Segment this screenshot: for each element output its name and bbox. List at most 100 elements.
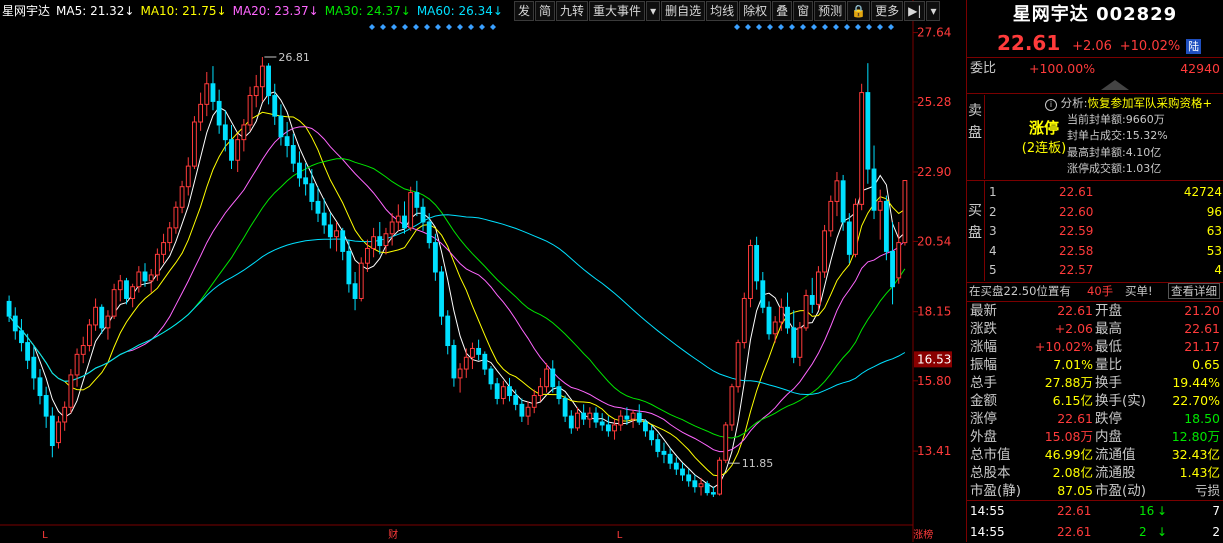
quote-row: 涨幅 +10.02% 最低 21.17 — [967, 338, 1223, 356]
quote-label-right: 换手 — [1095, 375, 1122, 391]
arrow-down-icon: ↓ — [1157, 525, 1168, 539]
toolbar-button-1[interactable]: 简 — [535, 1, 556, 21]
analysis-link[interactable]: 恢复参加军队采购资格+ — [1088, 96, 1213, 110]
candle-body — [772, 321, 778, 335]
candle-body — [315, 200, 321, 214]
kline-chart-area[interactable]: 星网宇达 MA5: 21.32↓ MA10: 21.75↓ MA20: 23.37↓ M… — [0, 0, 966, 542]
candle-body — [785, 306, 790, 329]
ma-legend: 星网宇达 MA5: 21.32↓ MA10: 21.75↓ MA20: 23.37↓ M… — [2, 2, 509, 20]
toolbar-button-6[interactable]: 均线 — [706, 1, 739, 21]
candle-body — [735, 342, 741, 388]
buy-side-label: 买盘 — [968, 200, 982, 244]
quote-label-left: 金额 — [970, 393, 997, 409]
y-tick-label: 22.90 — [917, 165, 951, 179]
buy-order-row: 3 22.59 63 — [985, 222, 1223, 240]
candle-body — [105, 315, 111, 329]
kline-chart[interactable]: 27.64 25.28 22.90 20.54 18.15 15.80 13.41 16.53… — [0, 0, 966, 542]
price-line: 22.61 +2.06 +10.02% 陆 — [967, 30, 1223, 56]
quote-value-right: 32.43亿 — [1171, 447, 1220, 462]
quote-label-left: 振幅 — [970, 357, 997, 373]
quote-label-right: 量比 — [1095, 357, 1122, 373]
quote-label-left: 涨跌 — [970, 321, 997, 337]
candle-body — [636, 412, 642, 423]
candle-body — [643, 421, 648, 432]
toolbar-button-9[interactable]: 窗 — [793, 1, 814, 21]
candle-body — [426, 221, 432, 244]
toolbar-button-8[interactable]: 叠 — [772, 1, 793, 21]
legend-ma-3: MA20: 23.37↓ — [232, 4, 319, 18]
last-price: 22.61 — [997, 31, 1061, 55]
candle-body — [198, 103, 204, 123]
event-diamond-icon — [822, 24, 828, 30]
quote-value-left: 6.15亿 — [1052, 393, 1093, 408]
buy-level: 4 — [989, 243, 997, 258]
quote-value-left: 22.61 — [1057, 303, 1093, 318]
view-detail-button[interactable]: 查看详细 — [1168, 283, 1220, 299]
event-diamond-icon — [800, 24, 806, 30]
toolbar-button-11[interactable]: 🔒 — [847, 1, 871, 21]
quote-row: 金额 6.15亿 换手(实) 22.70% — [967, 392, 1223, 410]
collapse-toggle-icon[interactable] — [1101, 80, 1129, 90]
candle-body — [86, 324, 92, 347]
candle-body — [327, 224, 333, 238]
event-diamond-icon — [369, 24, 375, 30]
candle-body — [266, 65, 271, 97]
quote-panel: 星网宇达 002829 22.61 +2.06 +10.02% 陆 委比 +10… — [966, 0, 1223, 542]
toolbar-button-7[interactable]: 除权 — [739, 1, 772, 21]
candle-body — [377, 236, 383, 247]
buy-order-row: 2 22.60 96 — [985, 203, 1223, 221]
candle-body — [167, 227, 173, 244]
buy-level: 5 — [989, 263, 997, 278]
candle-body — [846, 221, 852, 255]
candle-body — [6, 300, 12, 317]
candle-body — [229, 139, 234, 161]
candle-body — [408, 192, 414, 229]
toolbar-button-14[interactable]: ▾ — [926, 1, 941, 21]
candle-body — [185, 165, 191, 188]
candle-body — [871, 168, 877, 211]
candle-body — [31, 356, 37, 379]
weibi-row: 委比 +100.00% 42940 — [967, 59, 1223, 79]
candle-body — [383, 233, 389, 247]
candle-body — [451, 345, 457, 379]
bottom-marker: 涨榜 — [913, 528, 933, 541]
toolbar-button-0[interactable]: 发 — [514, 1, 535, 21]
candle-body — [340, 230, 346, 252]
event-diamond-icon — [468, 24, 474, 30]
candle-body — [556, 386, 562, 399]
quote-row: 外盘 15.08万 内盘 12.80万 — [967, 428, 1223, 446]
tick-time: 14:55 — [970, 504, 1005, 518]
toolbar-button-4[interactable]: ▾ — [646, 1, 661, 21]
event-diamond-icon — [490, 24, 496, 30]
candle-body — [284, 136, 290, 147]
toolbar-button-10[interactable]: 预测 — [814, 1, 847, 21]
event-diamond-icon — [767, 24, 773, 30]
candle-body — [259, 65, 265, 88]
quote-value-right: 0.65 — [1192, 357, 1220, 372]
toolbar-button-12[interactable]: 更多 — [871, 1, 904, 21]
event-diamond-icon — [877, 24, 883, 30]
candle-body — [303, 177, 309, 185]
quote-label-right: 换手(实) — [1095, 393, 1147, 409]
quote-row: 涨跌 +2.06 最高 22.61 — [967, 320, 1223, 338]
toolbar-button-5[interactable]: 删自选 — [661, 1, 706, 21]
candle-body — [389, 221, 395, 235]
sell-side-label: 卖盘 — [968, 100, 982, 144]
candle-body — [673, 462, 679, 470]
quote-value-left: 87.05 — [1057, 483, 1093, 498]
stock-title: 星网宇达 002829 — [967, 0, 1223, 30]
toolbar-button-2[interactable]: 九转 — [556, 1, 589, 21]
candle-body — [117, 280, 123, 291]
tick-list: 14:55 22.61 16 ↓ 7 14:55 22.61 2 ↓ 2 — [967, 500, 1223, 542]
event-diamond-icon — [380, 24, 386, 30]
toolbar-button-13[interactable]: ▶| — [904, 1, 926, 21]
sell-side-label-text: 卖盘 — [968, 103, 982, 141]
quote-value-left: +2.06 — [1054, 321, 1093, 336]
toolbar-button-3[interactable]: 重大事件 — [589, 1, 646, 21]
candle-body — [519, 403, 525, 417]
buy-price: 22.60 — [1059, 204, 1094, 219]
event-diamond-icon — [811, 24, 817, 30]
candle-body — [476, 347, 482, 355]
legend-stock-name: 星网宇达 — [2, 4, 51, 18]
buy-orders: 1 22.61 42724 2 22.60 96 3 22.59 63 4 22.58… — [984, 181, 1223, 281]
